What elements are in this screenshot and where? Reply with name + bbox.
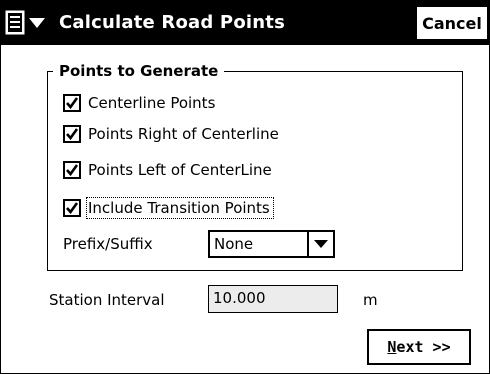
checkmark-icon: [63, 125, 81, 143]
prefix-suffix-label: Prefix/Suffix: [63, 235, 153, 253]
station-interval-label: Station Interval: [49, 291, 165, 309]
next-mnemonic: N: [387, 338, 397, 356]
group-legend: Points to Generate: [53, 60, 225, 82]
points-right-checkbox[interactable]: Points Right of Centerline: [63, 121, 279, 147]
include-transition-points-label: Include Transition Points: [86, 197, 274, 219]
dropdown-arrow-icon[interactable]: [307, 232, 333, 256]
calculate-road-points-dialog: Calculate Road Points Cancel Points to G…: [0, 0, 490, 374]
points-left-checkbox[interactable]: Points Left of CenterLine: [63, 157, 272, 183]
app-menu-button[interactable]: [5, 7, 53, 39]
station-interval-input[interactable]: 10.000: [208, 285, 338, 313]
prefix-suffix-value: None: [214, 235, 254, 253]
points-right-label: Points Right of Centerline: [88, 125, 279, 143]
title-bar: Calculate Road Points Cancel: [1, 1, 489, 45]
centerline-points-checkbox[interactable]: Centerline Points: [63, 90, 215, 116]
checkmark-icon: [63, 94, 81, 112]
menu-list-icon: [5, 10, 27, 36]
next-label: ext >>: [396, 338, 451, 356]
checkmark-icon: [63, 161, 81, 179]
interval-unit-label: m: [363, 291, 378, 309]
centerline-points-label: Centerline Points: [88, 94, 216, 112]
points-left-label: Points Left of CenterLine: [88, 161, 272, 179]
chevron-down-icon: [27, 16, 47, 30]
include-transition-points-checkbox[interactable]: Include Transition Points: [63, 195, 274, 221]
cancel-button[interactable]: Cancel: [416, 6, 488, 40]
next-button[interactable]: Next >>: [367, 329, 471, 365]
checkmark-icon: [63, 199, 81, 217]
prefix-suffix-select[interactable]: None: [208, 230, 335, 258]
dialog-title: Calculate Road Points: [59, 12, 285, 33]
